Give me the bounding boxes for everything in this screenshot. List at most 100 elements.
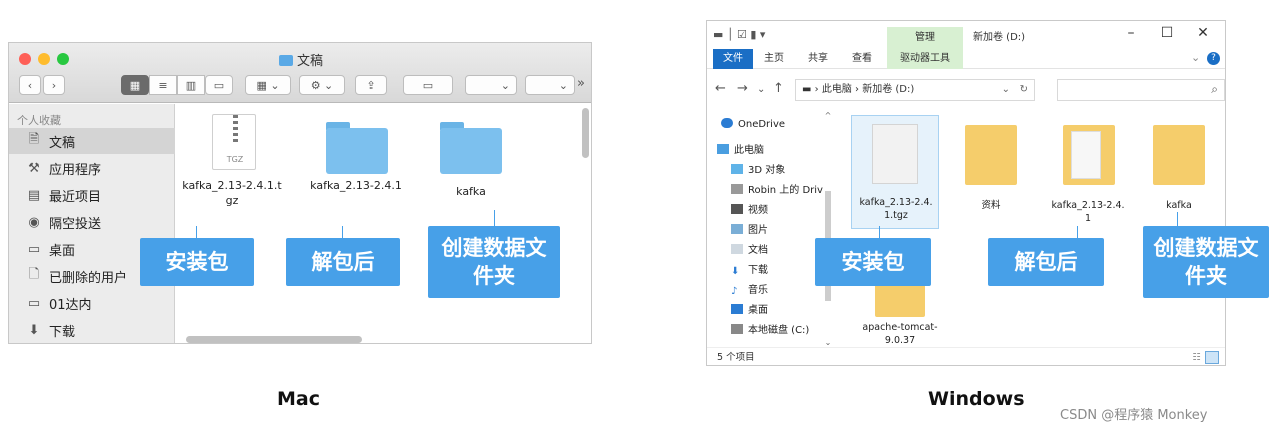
file-icon (872, 124, 918, 184)
mac-sidebar: 个人收藏 🗎 文稿 ⚒ 应用程序 ▤ 最近项目 ◉ 隔空投送 ▭ 桌面 🗋 已删除的用户 ▭… (9, 104, 175, 343)
back-arrow-icon[interactable]: ← (715, 81, 726, 96)
drive-icon: ▬ (802, 84, 812, 95)
back-button[interactable]: ‹ (19, 75, 41, 95)
airdrop-icon: ◉ (28, 214, 40, 230)
cube-icon (731, 164, 743, 174)
nav-item-robin-drive[interactable]: Robin 上的 Driv (731, 181, 823, 201)
tab-home[interactable]: 主页 (759, 49, 789, 69)
list-view-button[interactable]: ≡ (149, 75, 177, 95)
tag-button[interactable]: ▭ (403, 75, 453, 95)
sidebar-item-airdrop[interactable]: ◉ 隔空投送 (9, 209, 175, 235)
ribbon-expand-icon[interactable]: ⌄ (1191, 51, 1200, 64)
chevron-left-icon: ‹ (27, 78, 33, 92)
action-button[interactable]: ⚙ ⌄ (299, 75, 345, 95)
sidebar-item-downloads[interactable]: ⬇ 下载 (9, 317, 175, 343)
nav-item-onedrive[interactable]: OneDrive (721, 115, 785, 135)
nav-item-this-pc[interactable]: 此电脑 (717, 141, 764, 161)
desktop-icon (731, 304, 743, 314)
large-icons-view-icon[interactable] (1205, 351, 1219, 364)
recent-locations-icon[interactable]: ⌄ (757, 84, 765, 95)
folder-contents-icon (1071, 131, 1101, 179)
file-item-materials[interactable]: 资料 (951, 115, 1031, 229)
nav-item-local-disk-c[interactable]: 本地磁盘 (C:) (731, 321, 809, 341)
icon-view-button[interactable]: ▦ (121, 75, 149, 95)
chevron-down-icon: ⌄ (558, 78, 568, 92)
nav-item-music[interactable]: ♪ 音乐 (731, 281, 768, 301)
download-icon: ⬇ (28, 322, 40, 338)
tab-file[interactable]: 文件 (713, 49, 753, 69)
file-item-kafka-tgz[interactable]: TGZ kafka_2.13-2.4.1.t gz (176, 104, 286, 224)
nav-item-documents[interactable]: 文档 (731, 241, 768, 261)
file-item-kafka-tgz[interactable]: kafka_2.13-2.4. 1.tgz (851, 115, 939, 229)
file-item-kafka-data-folder[interactable]: kafka (1141, 115, 1217, 229)
refresh-icon[interactable]: ↻ (1020, 80, 1028, 100)
properties-icon: ▬ │ ☑ ▮ ▾ (713, 28, 766, 41)
chevron-down-icon: ⌄ (500, 78, 510, 92)
sidebar-item-recents[interactable]: ▤ 最近项目 (9, 182, 175, 208)
title-bar: ▬ │ ☑ ▮ ▾ 管理 新加卷 (D:) – ☐ ✕ (707, 21, 1225, 49)
quick-access-toolbar[interactable]: ▬ │ ☑ ▮ ▾ (713, 28, 765, 41)
breadcrumb-this-pc[interactable]: 此电脑 (822, 84, 852, 95)
tgz-label: TGZ (226, 155, 244, 164)
tab-share[interactable]: 共享 (803, 49, 833, 69)
more-toolbar-icon[interactable]: » (577, 76, 585, 91)
drive-icon (731, 184, 743, 194)
nav-scrollbar[interactable]: ^ ⌄ (823, 111, 833, 347)
windows-explorer-window: ▬ │ ☑ ▮ ▾ 管理 新加卷 (D:) – ☐ ✕ 文件 主页 共享 查看 … (706, 20, 1226, 366)
file-name: kafka (1166, 200, 1192, 211)
nav-item-3d-objects[interactable]: 3D 对象 (731, 161, 785, 181)
forward-button[interactable]: › (43, 75, 65, 95)
nav-item-pictures[interactable]: 图片 (731, 221, 768, 241)
address-bar[interactable]: ▬ › 此电脑 › 新加卷 (D:) ⌄ ↻ (795, 79, 1035, 101)
share-button[interactable]: ⇪ (355, 75, 387, 95)
mac-finder-window: 文稿 ‹ › ▦ ≡ ▥ ▭ ▦ ⌄ ⚙ ⌄ ⇪ ▭ ⌄ ⌄ » 个人收藏 🗎 文… (8, 42, 592, 344)
close-button[interactable]: ✕ (1193, 25, 1213, 41)
item-count: 5 个项目 (717, 352, 755, 363)
nav-item-videos[interactable]: 视频 (731, 201, 768, 221)
sidebar-item-documents[interactable]: 🗎 文稿 (9, 128, 175, 154)
file-item-kafka-folder[interactable]: kafka_2.13-2.4.1 (296, 104, 416, 224)
image-icon (731, 224, 743, 234)
file-name: apache-tomcat- (862, 322, 938, 333)
disk-icon (731, 324, 743, 334)
gallery-view-button[interactable]: ▭ (205, 75, 233, 95)
file-name: kafka_2.13-2.4.1 (310, 179, 402, 192)
address-dropdown-icon[interactable]: ⌄ (1002, 80, 1010, 100)
tag-icon: ▭ (422, 78, 434, 92)
help-icon[interactable]: ? (1207, 52, 1220, 65)
maximize-button[interactable]: ☐ (1157, 25, 1177, 41)
horizontal-scrollbar[interactable] (186, 336, 362, 343)
column-view-button[interactable]: ▥ (177, 75, 205, 95)
search-input[interactable]: ⌕ (1057, 79, 1225, 101)
forward-arrow-icon[interactable]: → (737, 81, 748, 96)
details-view-icon[interactable]: ☷ (1192, 348, 1201, 365)
window-caption: 新加卷 (D:) (973, 32, 1026, 43)
group-button[interactable]: ▦ ⌄ (245, 75, 291, 95)
sidebar-item-applications[interactable]: ⚒ 应用程序 (9, 155, 175, 181)
tab-drive-tools[interactable]: 驱动器工具 (887, 49, 963, 69)
search-dropdown[interactable]: ⌄ (525, 75, 575, 95)
callout-extracted: 解包后 (988, 238, 1104, 286)
chevron-right-icon: › (51, 78, 57, 92)
nav-item-desktop[interactable]: 桌面 (731, 301, 768, 321)
ribbon-tabs: 文件 主页 共享 查看 驱动器工具 ⌄ ? (707, 49, 1225, 69)
folder-icon (326, 128, 388, 174)
recents-icon: ▤ (27, 187, 41, 203)
path-dropdown[interactable]: ⌄ (465, 75, 517, 95)
sidebar-item-01danei[interactable]: ▭ 01达内 (9, 290, 175, 316)
apps-icon: ⚒ (28, 160, 40, 176)
file-name: kafka_2.13-2.4.1.t (182, 179, 282, 192)
download-icon: ⬇ (731, 266, 740, 277)
vertical-scrollbar[interactable] (582, 108, 589, 158)
computer-icon (717, 144, 729, 154)
file-item-kafka-data-folder[interactable]: kafka (412, 104, 522, 224)
window-title: 文稿 (9, 50, 591, 69)
up-arrow-icon[interactable]: ↑ (773, 81, 784, 96)
nav-item-downloads[interactable]: ⬇ 下载 (731, 261, 768, 281)
tab-view[interactable]: 查看 (847, 49, 877, 69)
folder-icon (965, 125, 1017, 185)
minimize-button[interactable]: – (1121, 25, 1141, 41)
file-item-kafka-folder[interactable]: kafka_2.13-2.4. 1 (1043, 115, 1133, 229)
breadcrumb-drive-d[interactable]: 新加卷 (D:) (862, 84, 914, 95)
callout-create-data-folder: 创建数据文 件夹 (1143, 226, 1269, 298)
